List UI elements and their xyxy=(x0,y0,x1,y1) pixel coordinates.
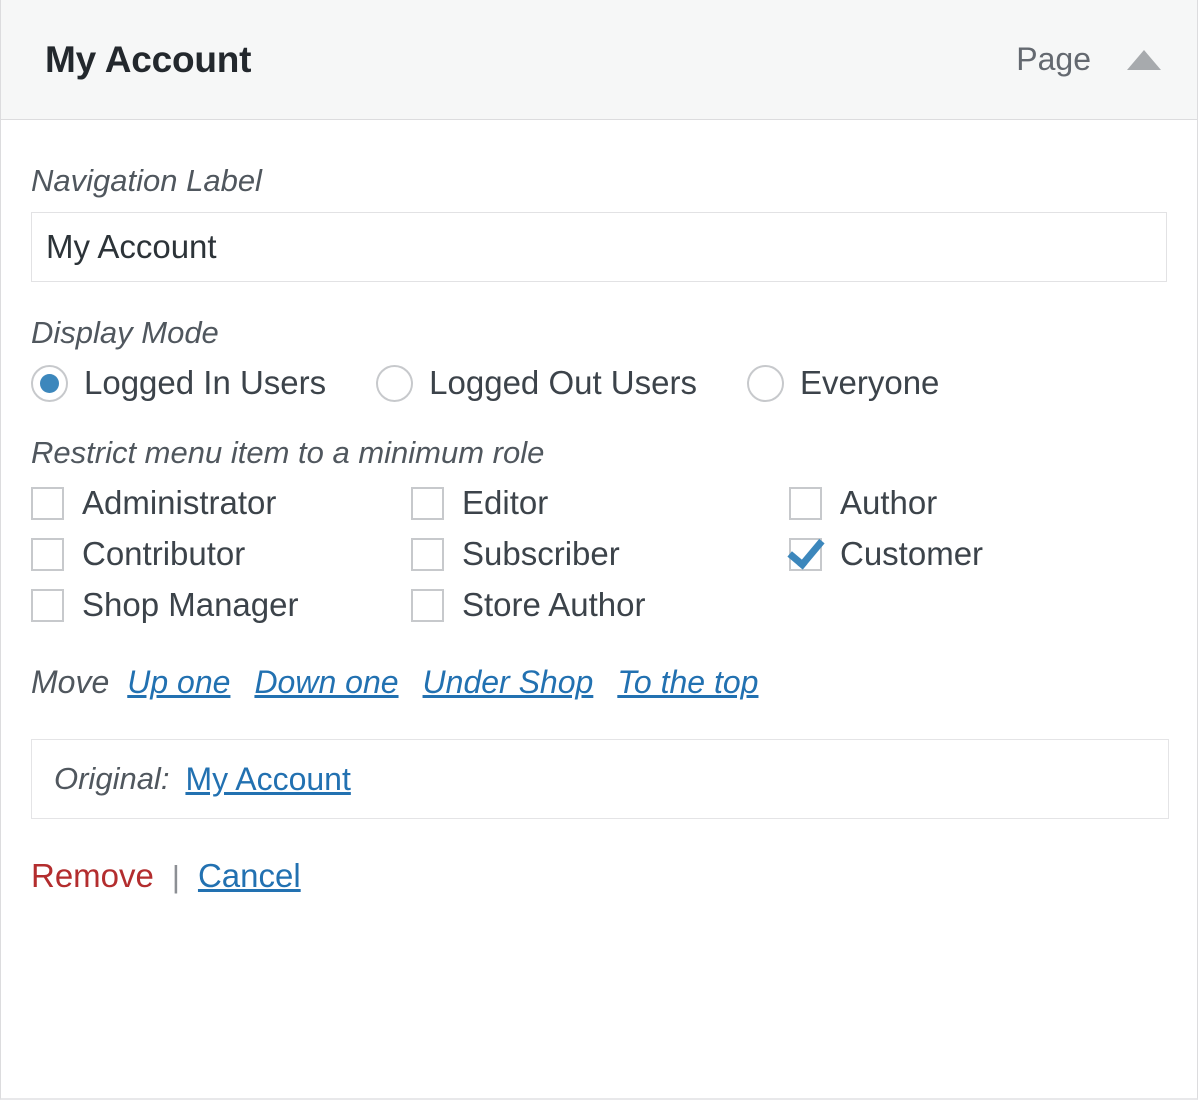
checkbox-label: Subscriber xyxy=(462,535,620,573)
checkbox-mark-icon xyxy=(789,538,822,571)
radio-mark-icon xyxy=(31,365,68,402)
move-caption: Move xyxy=(31,664,109,701)
display-mode-section: Display Mode Logged In Users Logged Out … xyxy=(31,316,1167,402)
restrict-roles-caption: Restrict menu item to a minimum role xyxy=(31,436,1167,470)
checkbox-contributor[interactable]: Contributor xyxy=(31,535,411,573)
radio-logged-out-users[interactable]: Logged Out Users xyxy=(376,364,697,402)
checkbox-label: Store Author xyxy=(462,586,645,624)
display-mode-radio-group: Logged In Users Logged Out Users Everyon… xyxy=(31,364,1167,402)
radio-mark-icon xyxy=(376,365,413,402)
checkbox-editor[interactable]: Editor xyxy=(411,484,789,522)
radio-label: Logged Out Users xyxy=(429,364,697,402)
move-link-to-the-top[interactable]: To the top xyxy=(617,664,758,701)
navigation-label-input[interactable] xyxy=(31,212,1167,282)
checkbox-author[interactable]: Author xyxy=(789,484,1167,522)
checkbox-label: Administrator xyxy=(82,484,276,522)
move-link-down-one[interactable]: Down one xyxy=(254,664,398,701)
navigation-label-caption: Navigation Label xyxy=(31,164,1167,198)
menu-item-body: Navigation Label Display Mode Logged In … xyxy=(1,120,1197,1098)
action-row: Remove | Cancel xyxy=(31,857,1167,895)
checkbox-store-author[interactable]: Store Author xyxy=(411,586,789,624)
checkbox-mark-icon xyxy=(31,538,64,571)
radio-label: Everyone xyxy=(800,364,939,402)
checkbox-shop-manager[interactable]: Shop Manager xyxy=(31,586,411,624)
checkbox-customer[interactable]: Customer xyxy=(789,535,1167,573)
radio-label: Logged In Users xyxy=(84,364,326,402)
restrict-roles-section: Restrict menu item to a minimum role Adm… xyxy=(31,436,1167,624)
display-mode-caption: Display Mode xyxy=(31,316,1167,350)
checkbox-mark-icon xyxy=(789,487,822,520)
checkbox-mark-icon xyxy=(411,589,444,622)
radio-mark-icon xyxy=(747,365,784,402)
checkbox-label: Contributor xyxy=(82,535,245,573)
original-caption: Original: xyxy=(54,761,169,797)
checkbox-mark-icon xyxy=(31,487,64,520)
role-checkbox-grid: Administrator Editor Author Contributor … xyxy=(31,484,1167,624)
checkbox-label: Customer xyxy=(840,535,983,573)
original-box: Original: My Account xyxy=(31,739,1169,819)
page-title: My Account xyxy=(45,39,251,81)
menu-item-panel: My Account Page Navigation Label Display… xyxy=(0,0,1198,1100)
action-separator: | xyxy=(172,859,180,895)
checkbox-subscriber[interactable]: Subscriber xyxy=(411,535,789,573)
original-page-link[interactable]: My Account xyxy=(185,761,350,798)
move-link-up-one[interactable]: Up one xyxy=(127,664,230,701)
radio-logged-in-users[interactable]: Logged In Users xyxy=(31,364,326,402)
checkbox-label: Author xyxy=(840,484,937,522)
remove-button[interactable]: Remove xyxy=(31,857,154,895)
checkbox-administrator[interactable]: Administrator xyxy=(31,484,411,522)
checkbox-mark-icon xyxy=(411,538,444,571)
move-link-under-shop[interactable]: Under Shop xyxy=(423,664,594,701)
triangle-up-icon[interactable] xyxy=(1127,50,1161,70)
item-type-label: Page xyxy=(1016,41,1091,78)
checkbox-label: Editor xyxy=(462,484,548,522)
move-row: Move Up one Down one Under Shop To the t… xyxy=(31,664,1167,701)
checkbox-mark-icon xyxy=(31,589,64,622)
cancel-button[interactable]: Cancel xyxy=(198,857,301,895)
header-right-group: Page xyxy=(1016,41,1167,78)
checkbox-label: Shop Manager xyxy=(82,586,298,624)
menu-item-header[interactable]: My Account Page xyxy=(1,0,1197,120)
checkbox-mark-icon xyxy=(411,487,444,520)
radio-everyone[interactable]: Everyone xyxy=(747,364,939,402)
navigation-label-field: Navigation Label xyxy=(31,164,1167,282)
